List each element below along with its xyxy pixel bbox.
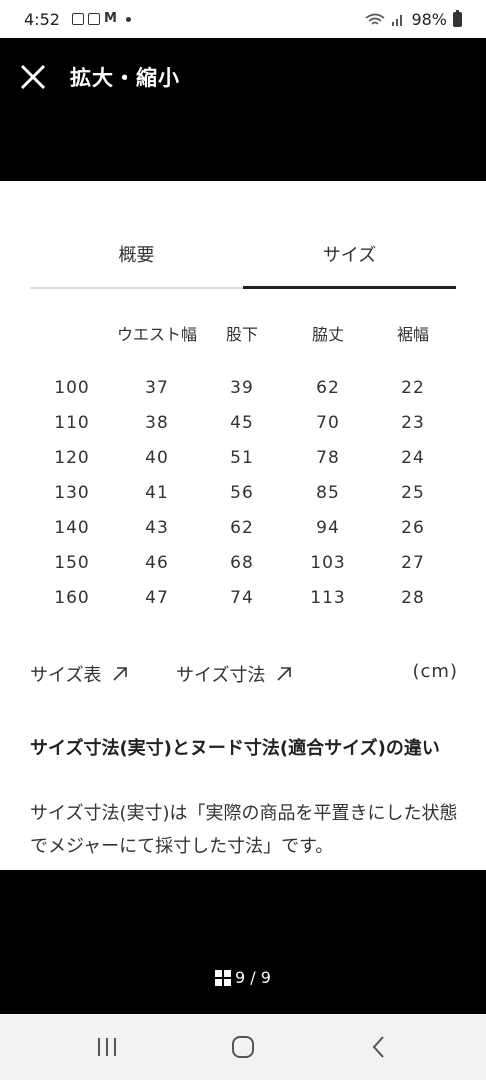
more-notifications-icon [125,16,131,22]
table-cell: 160 [54,588,90,608]
table-cell: 85 [316,483,340,503]
table-cell: 28 [401,588,425,608]
table-cell: 56 [230,483,254,503]
recent-apps-icon[interactable] [93,1034,123,1060]
column-header: 脇丈 [311,325,344,344]
table-cell: 94 [316,518,340,538]
table-cell: 47 [145,588,169,608]
column-header: 裾幅 [396,325,429,344]
tab-size[interactable]: サイズ [243,238,456,290]
table-cell: 62 [316,378,340,398]
viewer-footer: 9 / 9 [0,870,486,1014]
column-header: ウエスト幅 [117,325,198,344]
zoom-header: 拡大・縮小 [0,38,486,181]
unit-label: (cm) [412,661,458,682]
table-cell: 45 [230,413,254,433]
tab-overview[interactable]: 概要 [30,238,243,290]
table-cell: 41 [145,483,169,503]
table-cell: 22 [401,378,425,398]
table-cell: 25 [401,483,425,503]
table-cell: 150 [54,553,90,573]
external-arrow-icon [113,667,128,681]
table-cell: 110 [54,413,90,433]
calendar-notification-icon [88,13,100,25]
system-nav-bar [0,1014,486,1080]
size-chart-link-label: サイズ表 [30,665,102,686]
table-cell: 68 [230,553,254,573]
size-dimensions-link[interactable]: サイズ寸法 [176,661,293,687]
table-cell: 26 [401,518,425,538]
back-icon[interactable] [365,1034,395,1060]
external-arrow-icon [277,667,292,681]
table-cell: 23 [401,413,425,433]
notification-icons: M [72,11,131,26]
gmail-icon: M [104,11,117,26]
page-counter[interactable]: 9 / 9 [0,968,486,987]
table-cell: 78 [316,448,340,468]
table-cell: 51 [230,448,254,468]
table-cell: 70 [316,413,340,433]
close-icon[interactable] [18,62,48,92]
app-notification-icon [72,13,84,25]
table-row: 150 46 68 103 27 [0,553,486,583]
table-cell: 40 [145,448,169,468]
signal-icon [392,14,403,26]
table-row: 120 40 51 78 24 [0,448,486,478]
table-cell: 103 [310,553,346,573]
table-row: 140 43 62 94 26 [0,518,486,548]
size-dimensions-link-label: サイズ寸法 [176,665,266,686]
size-links: サイズ表 サイズ寸法 (cm) [30,661,460,687]
status-bar: 4:52 M 98% [0,0,486,38]
grid-icon [215,969,232,986]
table-cell: 38 [145,413,169,433]
info-heading: サイズ寸法(実寸)とヌード寸法(適合サイズ)の違い [30,738,440,759]
tab-active-indicator [243,286,456,289]
table-cell: 24 [401,448,425,468]
table-cell: 120 [54,448,90,468]
size-chart-link[interactable]: サイズ表 [30,661,129,687]
battery-icon [453,10,462,27]
table-cell: 130 [54,483,90,503]
table-row: 110 38 45 70 23 [0,413,486,443]
table-cell: 74 [230,588,254,608]
tab-bar: 概要 サイズ [30,238,456,290]
page-title: 拡大・縮小 [70,66,180,90]
table-cell: 27 [401,553,425,573]
wifi-icon [365,13,385,25]
page-counter-text: 9 / 9 [235,968,271,987]
table-cell: 37 [145,378,169,398]
table-cell: 43 [145,518,169,538]
table-cell: 39 [230,378,254,398]
table-cell: 62 [230,518,254,538]
home-icon[interactable] [228,1034,258,1060]
info-body: サイズ寸法(実寸)は「実際の商品を平置きにした状態でメジャーにて採寸した寸法」で… [30,803,458,857]
table-cell: 100 [54,378,90,398]
battery-percent: 98% [411,10,447,29]
status-time: 4:52 [24,10,60,29]
table-cell: 113 [310,588,346,608]
table-row: 100 37 39 62 22 [0,378,486,408]
table-row: 130 41 56 85 25 [0,483,486,513]
status-right: 98% [365,10,462,29]
table-header-row: ウエスト幅 股下 脇丈 裾幅 [0,321,486,351]
table-cell: 46 [145,553,169,573]
column-header: 股下 [225,325,258,344]
table-row: 160 47 74 113 28 [0,588,486,618]
table-cell: 140 [54,518,90,538]
content-panel: 概要 サイズ ウエスト幅 股下 脇丈 裾幅 100 37 39 62 22 11… [0,181,486,870]
